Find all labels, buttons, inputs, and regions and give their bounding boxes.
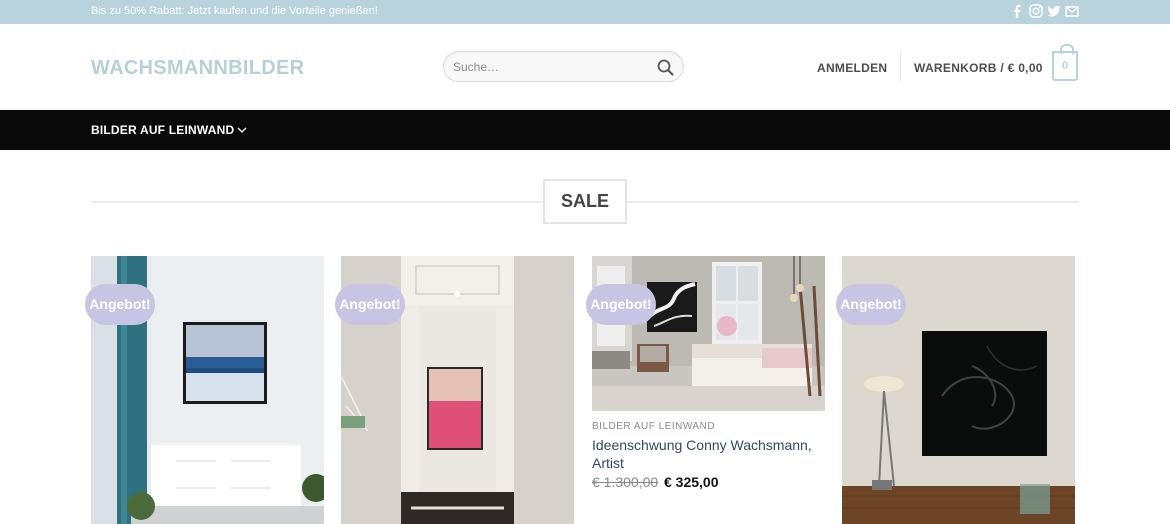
email-icon[interactable] [1065, 4, 1079, 18]
section-title: SALE [543, 179, 627, 224]
product-price-old: € 1.300,00 [592, 474, 659, 490]
chevron-down-icon [237, 123, 247, 137]
promo-text: Bis zu 50% Rabatt: Jetzt kaufen und die … [91, 5, 378, 17]
product-price-new: € 325,00 [664, 474, 719, 490]
main-nav: BILDER AUF LEINWAND [0, 110, 1170, 150]
facebook-icon[interactable] [1011, 4, 1023, 18]
section-divider-left [91, 201, 543, 203]
twitter-icon[interactable] [1047, 4, 1061, 18]
cart-count-badge[interactable]: 0 [1052, 44, 1078, 81]
login-link[interactable]: ANMELDEN [817, 61, 887, 75]
site-logo[interactable]: WACHSMANNBILDER [91, 57, 304, 80]
site-header: WACHSMANNBILDER ANMELDEN WARENKORB / € 0… [0, 24, 1170, 110]
sale-badge: Angebot! [836, 284, 906, 325]
search-input[interactable] [453, 58, 643, 76]
sale-badge: Angebot! [335, 284, 405, 325]
instagram-icon[interactable] [1029, 4, 1043, 18]
product-name[interactable]: Ideenschwung Conny Wachsmann, Artist [592, 436, 822, 472]
nav-item-bilder-auf-leinwand[interactable]: BILDER AUF LEINWAND [91, 123, 247, 137]
social-links [1011, 4, 1079, 18]
product-category[interactable]: BILDER AUF LEINWAND [592, 421, 715, 432]
cart-link[interactable]: WARENKORB / € 0,00 [914, 61, 1043, 75]
header-divider [900, 51, 901, 81]
search-box [443, 51, 684, 82]
sale-badge: Angebot! [85, 284, 155, 325]
search-icon[interactable] [657, 59, 674, 76]
section-divider-right [627, 201, 1079, 203]
top-bar: Bis zu 50% Rabatt: Jetzt kaufen und die … [0, 0, 1170, 24]
sale-badge: Angebot! [586, 284, 656, 325]
nav-item-label: BILDER AUF LEINWAND [91, 123, 235, 137]
product-image[interactable] [592, 256, 825, 411]
